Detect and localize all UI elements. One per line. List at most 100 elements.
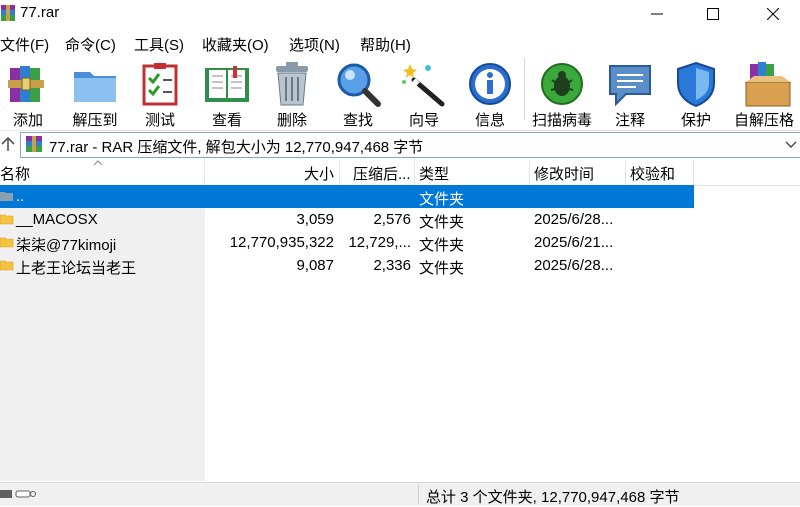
address-field[interactable]: 77.rar - RAR 压缩文件, 解包大小为 12,770,947,468 … — [20, 132, 800, 158]
table-row[interactable]: __MACOSX 3,059 2,576 文件夹 2025/6/28... — [0, 208, 800, 231]
toolbar-add-label: 添加 — [12, 112, 43, 129]
maximize-icon — [707, 8, 719, 20]
toolbar-extract-label: 解压到 — [72, 112, 118, 129]
column-divider[interactable] — [625, 159, 626, 185]
toolbar-info-button[interactable]: 信息 — [464, 58, 516, 129]
menu-help[interactable]: 帮助(H) — [360, 34, 411, 55]
row-name: __MACOSX — [16, 211, 98, 228]
status-bar: 总计 3 个文件夹, 12,770,947,468 字节 — [0, 482, 800, 506]
menu-options[interactable]: 选项(N) — [289, 34, 340, 55]
toolbar-wizard-label: 向导 — [408, 112, 439, 129]
rar-archive-icon — [26, 136, 42, 152]
address-text: 77.rar - RAR 压缩文件, 解包大小为 12,770,947,468 … — [49, 139, 424, 156]
test-checklist-icon — [142, 63, 178, 106]
trash-can-icon — [276, 62, 308, 106]
toolbar: 添加 解压到 测试 查看 删除 查找 向导 信息 扫描病毒 注释 保护 自解压格 — [0, 56, 800, 129]
column-divider[interactable] — [529, 159, 530, 185]
menu-commands[interactable]: 命令(C) — [65, 34, 116, 55]
row-size: 3,059 — [296, 211, 334, 228]
menu-tools[interactable]: 工具(S) — [134, 34, 184, 55]
column-divider[interactable] — [693, 159, 694, 185]
toolbar-delete-button[interactable]: 删除 — [266, 58, 318, 129]
close-button[interactable] — [750, 0, 796, 28]
file-list: 名称 大小 压缩后... 类型 修改时间 校验和 .. 文件夹 __MACOSX… — [0, 159, 800, 481]
table-row[interactable]: 上老王论坛当老王 9,087 2,336 文件夹 2025/6/28... — [0, 254, 800, 277]
row-size: 12,770,935,322 — [229, 234, 334, 251]
toolbar-separator — [524, 58, 525, 120]
folder-icon — [0, 214, 14, 225]
title-bar: 77.rar — [0, 0, 800, 28]
row-name: 柒柒@77kimoji — [16, 237, 117, 254]
toolbar-protect-button[interactable]: 保护 — [670, 58, 722, 129]
toolbar-scan-button[interactable]: 扫描病毒 — [528, 58, 596, 129]
folder-icon — [0, 260, 14, 271]
magnifier-icon — [337, 63, 381, 107]
comment-icon — [609, 65, 651, 107]
row-modified: 2025/6/28... — [534, 211, 614, 228]
column-divider[interactable] — [414, 159, 415, 185]
toolbar-view-button[interactable]: 查看 — [200, 58, 254, 129]
table-row[interactable]: 柒柒@77kimoji 12,770,935,322 12,729,... 文件… — [0, 231, 800, 254]
column-header-size[interactable]: 大小 — [304, 163, 334, 184]
row-type: 文件夹 — [419, 191, 465, 208]
close-icon — [767, 8, 779, 20]
toolbar-sfx-label: 自解压格 — [734, 112, 795, 128]
toolbar-add-button[interactable]: 添加 — [0, 58, 56, 129]
winrar-app-icon — [1, 5, 15, 21]
toolbar-comment-button[interactable]: 注释 — [604, 58, 656, 129]
toolbar-view-label: 查看 — [211, 112, 242, 129]
sfx-box-icon — [745, 62, 791, 107]
toolbar-scan-label: 扫描病毒 — [531, 112, 592, 129]
virus-scan-icon — [541, 63, 583, 105]
menu-favorites[interactable]: 收藏夹(O) — [202, 34, 269, 55]
column-header-packed[interactable]: 压缩后... — [353, 163, 411, 184]
toolbar-info-label: 信息 — [474, 112, 505, 129]
column-header-name[interactable]: 名称 — [0, 163, 30, 184]
chevron-down-icon[interactable] — [784, 138, 798, 150]
toolbar-find-button[interactable]: 查找 — [332, 58, 384, 129]
extract-folder-icon — [74, 72, 116, 102]
column-header-row: 名称 大小 压缩后... 类型 修改时间 校验和 — [0, 159, 800, 186]
parent-folder-icon — [0, 192, 13, 201]
column-header-modified[interactable]: 修改时间 — [534, 163, 594, 184]
toolbar-delete-label: 删除 — [276, 112, 307, 129]
menu-file[interactable]: 文件(F) — [0, 34, 49, 55]
toolbar-test-button[interactable]: 测试 — [134, 58, 186, 129]
folder-icon — [0, 237, 14, 248]
sort-ascending-icon — [93, 160, 103, 166]
toolbar-test-label: 测试 — [144, 112, 175, 129]
toolbar-sfx-button[interactable]: 自解压格 — [732, 58, 800, 128]
toolbar-extract-button[interactable]: 解压到 — [66, 58, 124, 129]
status-text: 总计 3 个文件夹, 12,770,947,468 字节 — [426, 489, 680, 506]
column-header-type[interactable]: 类型 — [419, 163, 449, 184]
toolbar-protect-label: 保护 — [680, 112, 711, 129]
drive-status-icon[interactable] — [0, 488, 36, 500]
column-header-crc[interactable]: 校验和 — [630, 163, 675, 184]
column-divider[interactable] — [339, 159, 340, 185]
row-name: 上老王论坛当老王 — [16, 260, 137, 277]
row-type: 文件夹 — [419, 214, 465, 231]
row-modified: 2025/6/28... — [534, 257, 614, 274]
toolbar-wizard-button[interactable]: 向导 — [398, 58, 450, 129]
shield-icon — [677, 61, 715, 108]
address-bar: 77.rar - RAR 压缩文件, 解包大小为 12,770,947,468 … — [0, 130, 800, 160]
status-divider — [418, 485, 419, 504]
menu-bar: 文件(F) 命令(C) 工具(S) 收藏夹(O) 选项(N) 帮助(H) — [0, 30, 800, 56]
view-book-icon — [205, 66, 249, 102]
window-title: 77.rar — [20, 4, 60, 21]
toolbar-find-label: 查找 — [342, 112, 373, 129]
row-packed: 2,336 — [373, 257, 411, 274]
row-packed: 2,576 — [373, 211, 411, 228]
row-name: .. — [16, 188, 25, 205]
toolbar-comment-label: 注释 — [614, 112, 645, 129]
selection-highlight — [0, 185, 694, 208]
minimize-button[interactable] — [634, 0, 680, 28]
up-one-level-icon[interactable] — [0, 135, 16, 153]
table-row-parent[interactable]: .. 文件夹 — [0, 185, 800, 208]
add-books-icon — [8, 66, 44, 102]
minimize-icon — [651, 13, 663, 15]
maximize-button[interactable] — [690, 0, 736, 28]
wizard-wand-icon — [402, 64, 445, 107]
row-modified: 2025/6/21... — [534, 234, 614, 251]
column-divider[interactable] — [204, 159, 205, 185]
